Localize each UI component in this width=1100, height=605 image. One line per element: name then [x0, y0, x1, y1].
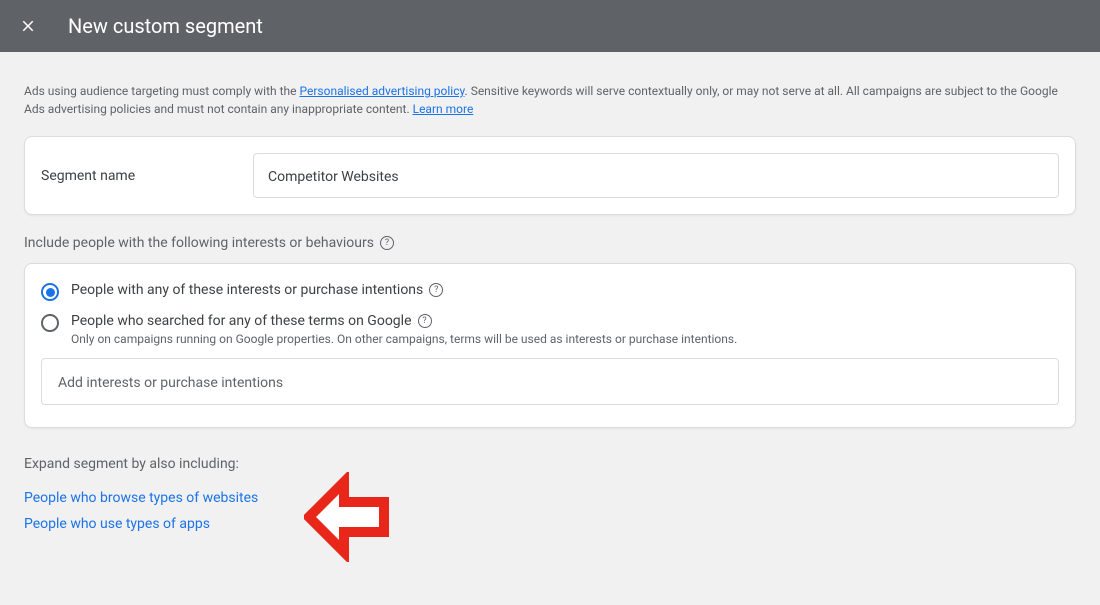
dialog-content: Ads using audience targeting must comply… — [0, 52, 1100, 566]
radio-search-label: People who searched for any of these ter… — [71, 313, 737, 329]
policy-notice: Ads using audience targeting must comply… — [24, 82, 1076, 118]
help-icon[interactable]: ? — [380, 236, 394, 250]
help-icon[interactable]: ? — [418, 314, 432, 328]
radio-search-hint: Only on campaigns running on Google prop… — [71, 332, 737, 346]
learn-more-link[interactable]: Learn more — [413, 102, 474, 116]
dialog-title: New custom segment — [68, 14, 263, 38]
expand-link-apps[interactable]: People who use types of apps — [24, 516, 1076, 532]
radio-interests-label: People with any of these interests or pu… — [71, 282, 443, 298]
include-label-text: Include people with the following intere… — [24, 235, 374, 251]
interests-input[interactable] — [58, 375, 1042, 391]
help-icon[interactable]: ? — [429, 283, 443, 297]
policy-link[interactable]: Personalised advertising policy — [299, 84, 464, 98]
dialog-header: New custom segment — [0, 0, 1100, 52]
segment-name-input-wrap[interactable] — [253, 153, 1059, 198]
segment-name-card: Segment name — [24, 136, 1076, 215]
segment-name-label: Segment name — [41, 168, 253, 184]
policy-text-1: Ads using audience targeting must comply… — [24, 84, 299, 98]
segment-name-input[interactable] — [268, 169, 1044, 185]
include-card: People with any of these interests or pu… — [24, 263, 1076, 428]
interests-input-wrap[interactable] — [41, 358, 1059, 405]
annotation-arrow-icon — [304, 472, 404, 562]
radio-row-search[interactable]: People who searched for any of these ter… — [41, 313, 1059, 346]
include-section-label: Include people with the following intere… — [24, 235, 1076, 251]
radio-interests[interactable] — [41, 283, 59, 301]
radio-interests-text: People with any of these interests or pu… — [71, 282, 423, 298]
expand-section-label: Expand segment by also including: — [24, 456, 1076, 472]
radio-search-text: People who searched for any of these ter… — [71, 313, 412, 329]
expand-section: Expand segment by also including: People… — [24, 456, 1076, 532]
radio-row-interests[interactable]: People with any of these interests or pu… — [41, 282, 1059, 301]
radio-search[interactable] — [41, 314, 59, 332]
close-icon[interactable] — [16, 14, 40, 38]
expand-link-websites[interactable]: People who browse types of websites — [24, 490, 1076, 506]
